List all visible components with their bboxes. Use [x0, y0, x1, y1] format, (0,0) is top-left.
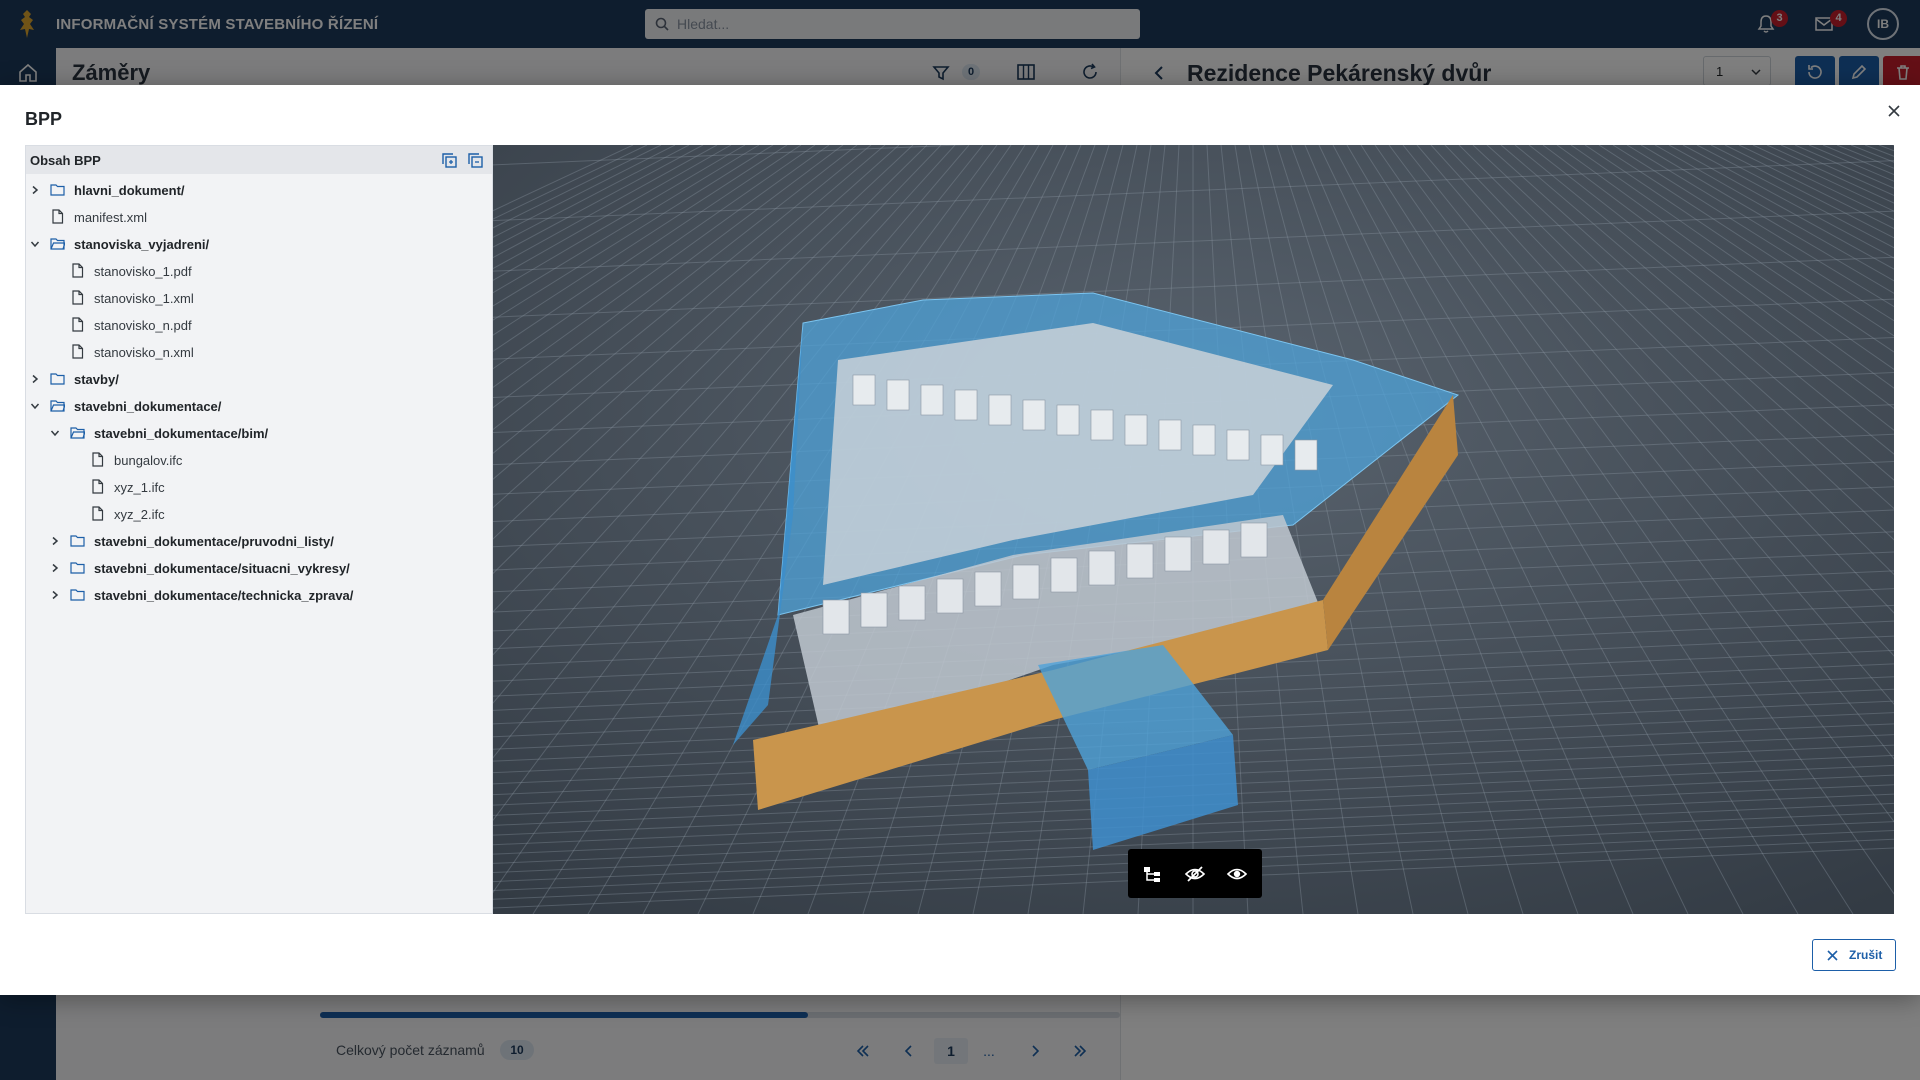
- cancel-button[interactable]: Zrušit: [1812, 939, 1896, 971]
- folder-name: stavebni_dokumentace/: [74, 399, 222, 414]
- chevron-right-icon[interactable]: [50, 590, 60, 600]
- folder-icon: [70, 535, 85, 547]
- folder-name: stavebni_dokumentace/situacni_vykresy/: [94, 561, 350, 576]
- folder-name: stavebni_dokumentace/pruvodni_listy/: [94, 534, 334, 549]
- collapse-all-icon[interactable]: [467, 152, 484, 169]
- expand-all-icon[interactable]: [441, 152, 458, 169]
- tree-file-row[interactable]: bungalov.ifc: [26, 446, 492, 473]
- tree-file-row[interactable]: xyz_2.ifc: [26, 500, 492, 527]
- file-name: bungalov.ifc: [114, 453, 183, 468]
- file-icon: [92, 479, 104, 494]
- folder-open-icon: [50, 238, 65, 250]
- tree-file-row[interactable]: stanovisko_n.xml: [26, 338, 492, 365]
- tree-folder-row[interactable]: hlavni_dokument/: [26, 176, 492, 203]
- bpp-content-panel: Obsah BPP hlavni_dokument/manifest.xml st…: [25, 145, 493, 914]
- folder-name: hlavni_dokument/: [74, 183, 185, 198]
- folder-icon: [70, 589, 85, 601]
- 3d-building-model[interactable]: [493, 145, 1894, 914]
- file-tree: hlavni_dokument/manifest.xml stanoviska_v…: [26, 176, 492, 608]
- folder-open-icon: [70, 427, 85, 439]
- file-name: stanovisko_n.xml: [94, 345, 194, 360]
- file-name: stanovisko_1.pdf: [94, 264, 192, 279]
- tree-folder-row[interactable]: stavby/: [26, 365, 492, 392]
- chevron-down-icon[interactable]: [50, 428, 60, 438]
- folder-name: stavebni_dokumentace/technicka_zprava/: [94, 588, 354, 603]
- tree-file-row[interactable]: xyz_1.ifc: [26, 473, 492, 500]
- tree-file-row[interactable]: stanovisko_1.xml: [26, 284, 492, 311]
- folder-open-icon: [50, 400, 65, 412]
- close-icon: [1827, 950, 1838, 961]
- tree-header: Obsah BPP: [26, 146, 492, 174]
- tree-header-label: Obsah BPP: [30, 153, 101, 168]
- close-icon[interactable]: [1885, 102, 1903, 120]
- tree-folder-row[interactable]: stavebni_dokumentace/: [26, 392, 492, 419]
- folder-name: stanoviska_vyjadreni/: [74, 237, 210, 252]
- file-icon: [92, 452, 104, 467]
- file-icon: [72, 263, 84, 278]
- chevron-right-icon[interactable]: [30, 185, 40, 195]
- bim-3d-viewer[interactable]: [493, 145, 1894, 914]
- eye-icon[interactable]: [1226, 863, 1248, 885]
- file-name: xyz_2.ifc: [114, 507, 165, 522]
- chevron-down-icon[interactable]: [30, 401, 40, 411]
- chevron-right-icon[interactable]: [50, 536, 60, 546]
- folder-name: stavebni_dokumentace/bim/: [94, 426, 269, 441]
- tree-file-row[interactable]: manifest.xml: [26, 203, 492, 230]
- tree-folder-row[interactable]: stavebni_dokumentace/bim/: [26, 419, 492, 446]
- viewer-toolbar: [1128, 849, 1262, 898]
- file-icon: [92, 506, 104, 521]
- folder-name: stavby/: [74, 372, 119, 387]
- modal-title: BPP: [25, 109, 63, 129]
- folder-icon: [70, 562, 85, 574]
- file-icon: [72, 344, 84, 359]
- file-name: manifest.xml: [74, 210, 147, 225]
- chevron-right-icon[interactable]: [30, 374, 40, 384]
- tree-folder-row[interactable]: stavebni_dokumentace/technicka_zprava/: [26, 581, 492, 608]
- cancel-button-label: Zrušit: [1849, 948, 1883, 962]
- tree-folder-row[interactable]: stavebni_dokumentace/pruvodni_listy/: [26, 527, 492, 554]
- file-name: xyz_1.ifc: [114, 480, 165, 495]
- folder-icon: [50, 373, 65, 385]
- chevron-down-icon[interactable]: [30, 239, 40, 249]
- file-icon: [72, 290, 84, 305]
- tree-file-row[interactable]: stanovisko_1.pdf: [26, 257, 492, 284]
- file-name: stanovisko_n.pdf: [94, 318, 192, 333]
- tree-file-row[interactable]: stanovisko_n.pdf: [26, 311, 492, 338]
- tree-folder-row[interactable]: stanoviska_vyjadreni/: [26, 230, 492, 257]
- eye-off-icon[interactable]: [1184, 863, 1206, 885]
- file-icon: [52, 209, 64, 224]
- file-name: stanovisko_1.xml: [94, 291, 194, 306]
- bpp-modal: BPP Obsah BPP hlavni_dokument/manifest.x…: [0, 85, 1920, 995]
- tree-folder-row[interactable]: stavebni_dokumentace/situacni_vykresy/: [26, 554, 492, 581]
- chevron-right-icon[interactable]: [50, 563, 60, 573]
- tree-structure-icon[interactable]: [1141, 863, 1163, 885]
- folder-icon: [50, 184, 65, 196]
- file-icon: [72, 317, 84, 332]
